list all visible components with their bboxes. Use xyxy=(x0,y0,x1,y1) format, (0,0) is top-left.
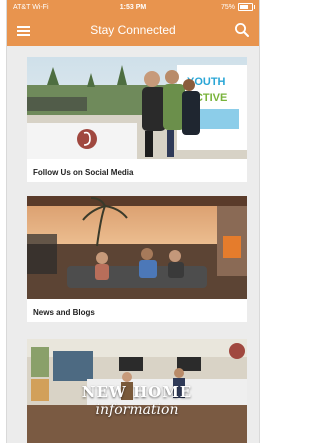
card-news-blogs[interactable]: News and Blogs xyxy=(27,196,247,322)
phone-screen: AT&T Wi-Fi 1:53 PM 75% Stay Connected YO… xyxy=(6,0,260,443)
nav-bar: Stay Connected xyxy=(7,17,259,45)
card-new-home-information[interactable]: NEW HOME information xyxy=(27,339,247,443)
status-bar: AT&T Wi-Fi 1:53 PM 75% xyxy=(7,0,259,16)
battery-indicator: 75% xyxy=(220,3,255,11)
new-home-title: NEW HOME xyxy=(81,383,193,401)
social-media-photo: YOUTH ACTIVE xyxy=(27,57,247,159)
top-bar: AT&T Wi-Fi 1:53 PM 75% Stay Connected xyxy=(7,0,259,46)
search-button[interactable] xyxy=(233,21,251,39)
battery-percent: 75% xyxy=(220,3,235,11)
new-home-subtitle: information xyxy=(95,402,179,418)
card-label: Follow Us on Social Media xyxy=(33,168,134,177)
card-label: News and Blogs xyxy=(33,308,95,317)
card-social-media[interactable]: YOUTH ACTIVE Follow Us on Social Media xyxy=(27,57,247,182)
news-blogs-photo xyxy=(27,196,247,299)
page-title: Stay Connected xyxy=(90,23,176,37)
battery-icon xyxy=(238,3,255,11)
search-icon xyxy=(235,23,249,37)
